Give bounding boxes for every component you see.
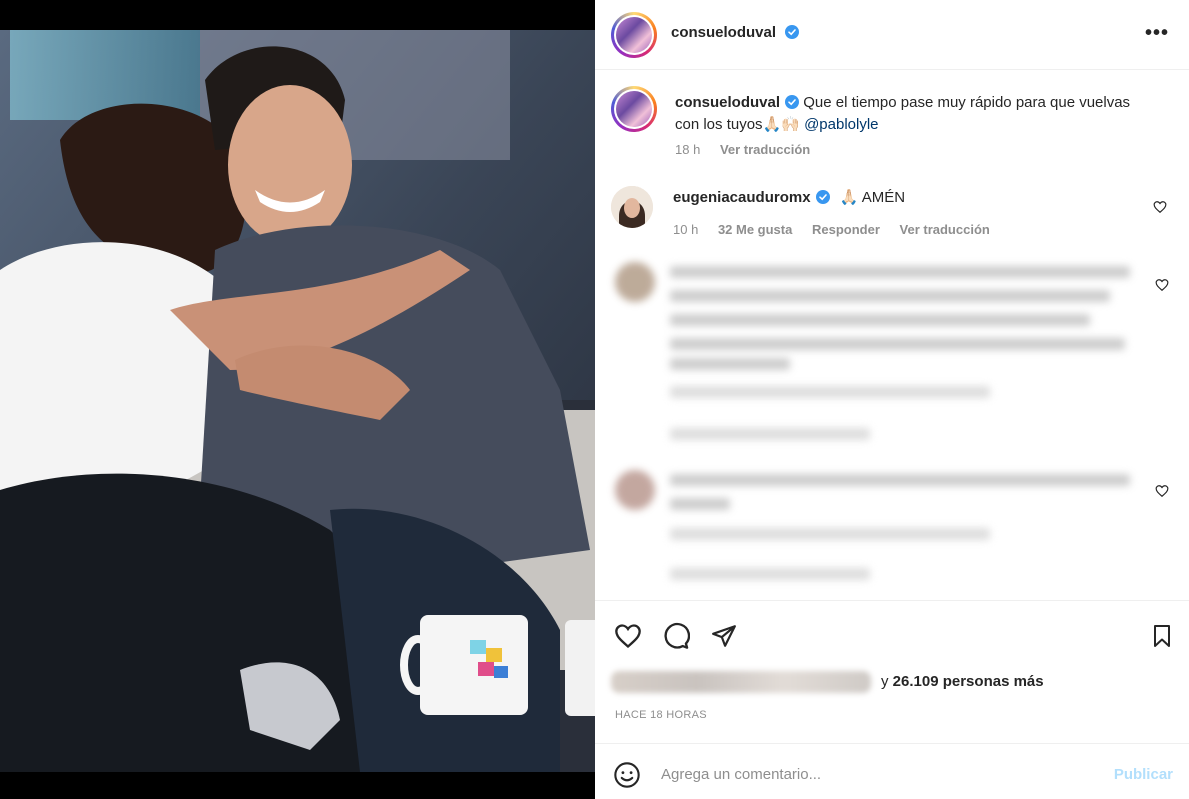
post-photo-graphic	[0, 30, 595, 772]
likes-summary[interactable]: y 26.109 personas más	[611, 671, 1044, 693]
commenter-avatar[interactable]	[611, 186, 653, 228]
verified-badge-icon	[785, 25, 800, 39]
comment-like-heart-icon[interactable]	[1153, 200, 1167, 214]
post-header: consueloduval •••	[595, 0, 1189, 70]
comment-username[interactable]: eugeniacauduromx	[673, 189, 811, 206]
caption-time: 18 h	[675, 142, 701, 157]
caption-author-avatar[interactable]	[611, 86, 657, 132]
comments-section: consueloduval Que el tiempo pase muy ráp…	[595, 70, 1189, 600]
author-username[interactable]: consueloduval	[671, 24, 776, 41]
comment-time: 10 h	[673, 222, 699, 237]
comment-meta: 10 h 32 Me gusta Responder Ver traducció…	[673, 222, 1006, 237]
comment-like-heart-icon[interactable]	[1155, 484, 1169, 498]
post-photo[interactable]	[0, 30, 595, 772]
comment-text-block: eugeniacauduromx 🙏🏻 AMÉN	[673, 188, 905, 206]
more-options-icon[interactable]: •••	[1145, 22, 1169, 45]
post-details-panel: consueloduval ••• consueloduval Que el t…	[595, 0, 1189, 799]
comment-translate-link[interactable]: Ver traducción	[900, 222, 990, 237]
comment-body: 🙏🏻 AMÉN	[839, 189, 906, 206]
caption-meta: 18 h Ver traducción	[675, 142, 826, 157]
caption-translate-link[interactable]: Ver traducción	[720, 142, 810, 157]
caption-mention-link[interactable]: @pablolyle	[804, 116, 878, 133]
likes-prefix: y	[881, 672, 893, 690]
author-name-row: consueloduval	[671, 24, 800, 42]
caption-text-block: consueloduval Que el tiempo pase muy ráp…	[675, 92, 1135, 136]
verified-badge-icon	[815, 190, 830, 204]
publish-button[interactable]: Publicar	[1114, 766, 1173, 783]
like-heart-icon[interactable]	[613, 621, 643, 651]
comment-reply-link[interactable]: Responder	[812, 222, 880, 237]
likes-count[interactable]: 26.109 personas más	[893, 673, 1044, 690]
post-caption: consueloduval Que el tiempo pase muy ráp…	[611, 86, 1171, 166]
liked-by-blurred	[611, 671, 871, 693]
instagram-post-viewer: consueloduval ••• consueloduval Que el t…	[0, 0, 1189, 799]
add-comment-bar: Agrega un comentario... Publicar	[595, 743, 1189, 799]
caption-username[interactable]: consueloduval	[675, 94, 780, 111]
comment-like-heart-icon[interactable]	[1155, 278, 1169, 292]
comment-item: eugeniacauduromx 🙏🏻 AMÉN 10 h 32 Me gust…	[611, 186, 1171, 246]
blurred-comments	[605, 250, 1165, 600]
verified-badge-icon	[785, 95, 800, 109]
share-paper-plane-icon[interactable]	[709, 621, 739, 651]
author-avatar[interactable]	[611, 12, 657, 58]
media-pane	[0, 0, 595, 799]
comment-bubble-icon[interactable]	[661, 621, 691, 651]
post-timestamp: HACE 18 HORAS	[615, 709, 707, 721]
save-bookmark-icon[interactable]	[1147, 621, 1177, 651]
comment-input[interactable]: Agrega un comentario...	[661, 766, 821, 783]
post-actions: y 26.109 personas más HACE 18 HORAS	[595, 600, 1189, 743]
comment-likes-link[interactable]: 32 Me gusta	[718, 222, 792, 237]
emoji-picker-icon[interactable]	[613, 761, 641, 789]
